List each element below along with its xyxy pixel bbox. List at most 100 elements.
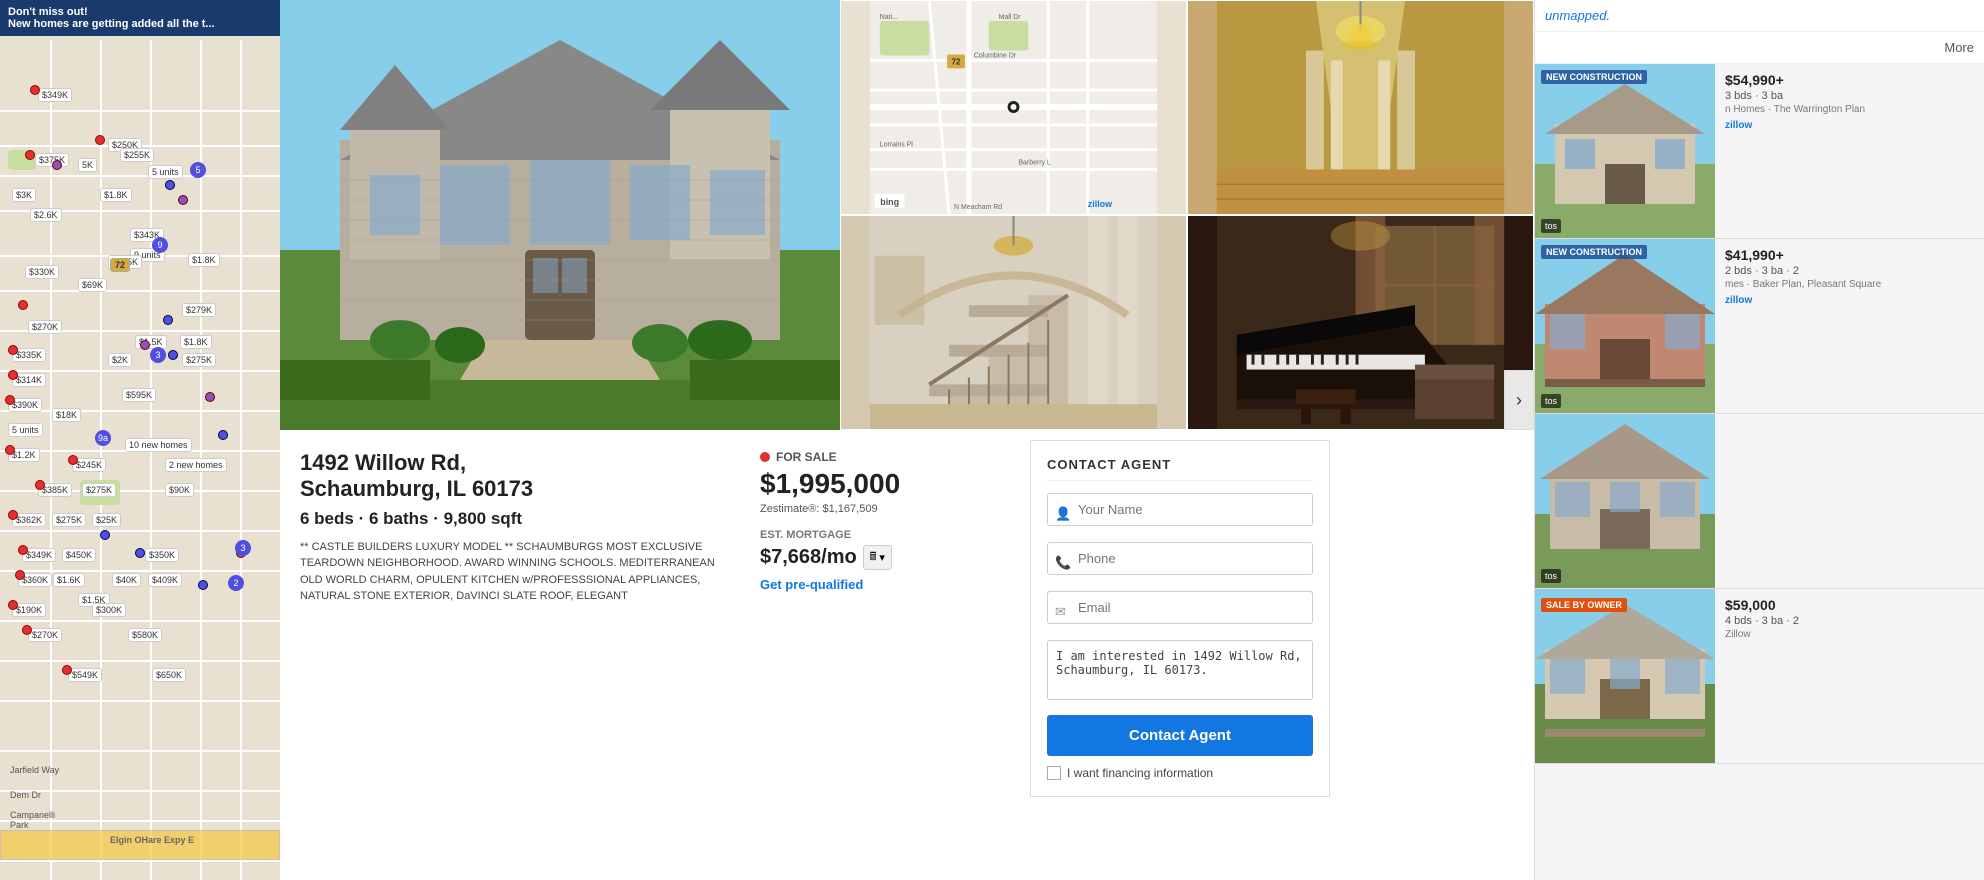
map-dot-red[interactable] [25, 150, 35, 160]
price-label: $450K [62, 548, 96, 562]
calc-icon: 🖩 [870, 548, 877, 567]
interior-staircase-photo[interactable] [840, 215, 1187, 430]
map-dot-red[interactable] [22, 625, 32, 635]
map-dot-red[interactable] [18, 300, 28, 310]
listing-item[interactable]: NEW CONSTRUCTION tos $41,990+ 2 bds · 3 … [1535, 239, 1984, 414]
banner-line2: New homes are getting added all the t... [8, 18, 272, 30]
price-label: $3K [12, 188, 36, 202]
map-dot-purple[interactable] [178, 195, 188, 205]
price-label: $90K [165, 483, 194, 497]
name-input[interactable] [1047, 493, 1313, 526]
map-dot-blue[interactable] [168, 350, 178, 360]
map-dot-red[interactable] [68, 455, 78, 465]
message-textarea[interactable]: I am interested in 1492 Willow Rd, Schau… [1047, 640, 1313, 700]
listing-meta: 2 bds · 3 ba · 2 [1725, 265, 1974, 277]
price-label: $595K [122, 388, 156, 402]
svg-text:Nati...: Nati... [880, 14, 898, 21]
name-input-wrapper: 👤 [1047, 493, 1313, 534]
property-address: 1492 Willow Rd, Schaumburg, IL 60173 [300, 450, 720, 503]
dropdown-arrow: ▾ [879, 551, 885, 564]
price-section: FOR SALE $1,995,000 Zestimate®: $1,167,5… [740, 430, 1030, 880]
listing-item[interactable]: tos [1535, 414, 1984, 589]
highway-badge: 72 [110, 258, 130, 272]
financing-checkbox[interactable] [1047, 766, 1061, 780]
map-dot-red[interactable] [8, 345, 18, 355]
listing-address: n Homes · The Warrington Plan [1725, 104, 1974, 115]
map-dot-red[interactable] [8, 370, 18, 380]
map-road-label: Jarfield Way [10, 765, 59, 775]
map-road-label: Park [10, 820, 29, 830]
detail-panel: 1492 Willow Rd, Schaumburg, IL 60173 6 b… [280, 430, 1534, 880]
main-content: 72 Nati... Mall Dr Columbine Dr Lorrains… [280, 0, 1534, 880]
listing-info: $59,000 4 bds · 3 ba · 2 Zillow [1715, 589, 1984, 763]
price-label: $255K [120, 148, 154, 162]
next-photo-arrow[interactable]: › [1504, 370, 1534, 430]
map-road-label: Campanelli [10, 810, 55, 820]
map-dot-blue[interactable] [165, 180, 175, 190]
map-dot-blue[interactable] [100, 530, 110, 540]
map-dot-red[interactable] [30, 85, 40, 95]
unmapped-label: unmapped. [1535, 0, 1984, 32]
map-dot-red[interactable] [18, 545, 28, 555]
interior-hallway-photo[interactable] [1187, 0, 1534, 215]
map-badge: 3 [235, 540, 251, 556]
svg-text:bing: bing [880, 197, 899, 207]
listing-item[interactable]: SALE BY OWNER $59,000 4 bds · 3 ba · 2 Z… [1535, 589, 1984, 764]
map-dot-blue[interactable] [198, 580, 208, 590]
map-dot-purple[interactable] [52, 160, 62, 170]
mortgage-calc-button[interactable]: 🖩 ▾ [863, 545, 892, 570]
zillow-attribution: zillow [1725, 294, 1974, 306]
more-label[interactable]: More [1944, 40, 1974, 55]
zestimate: Zestimate®: $1,167,509 [760, 503, 1010, 515]
map-badge: 2 [228, 575, 244, 591]
price-label: $69K [78, 278, 107, 292]
get-prequalified-link[interactable]: Get pre-qualified [760, 577, 863, 592]
interior-piano-photo[interactable] [1187, 215, 1534, 430]
map-dot-red[interactable] [95, 135, 105, 145]
map-dot-red[interactable] [5, 445, 15, 455]
price-label: 5 units [8, 423, 43, 437]
listing-meta: 3 bds · 3 ba [1725, 90, 1974, 102]
svg-text:Barberry L: Barberry L [1018, 159, 1050, 166]
map-dot-blue[interactable] [135, 548, 145, 558]
map-dot-red[interactable] [15, 570, 25, 580]
map-banner: Don't miss out! New homes are getting ad… [0, 0, 280, 36]
email-input[interactable] [1047, 591, 1313, 624]
zillow-attribution: zillow [1725, 119, 1974, 131]
price-label: $270K [28, 628, 62, 642]
svg-text:Mall Dr: Mall Dr [999, 14, 1022, 21]
listing-thumbnail: NEW CONSTRUCTION tos [1535, 64, 1715, 239]
price-label: $300K [92, 603, 126, 617]
phone-input[interactable] [1047, 542, 1313, 575]
map-dot-red[interactable] [8, 600, 18, 610]
map-dot-red[interactable] [8, 510, 18, 520]
price-label: $275K [52, 513, 86, 527]
contact-agent-button[interactable]: Contact Agent [1047, 715, 1313, 756]
map-panel[interactable]: Don't miss out! New homes are getting ad… [0, 0, 280, 880]
price-label: $40K [112, 573, 141, 587]
arrow-icon: › [1516, 390, 1522, 411]
map-badge: 3 [150, 347, 166, 363]
financing-label: I want financing information [1067, 766, 1213, 780]
photos-badge: tos [1541, 394, 1561, 408]
sale-by-owner-badge: SALE BY OWNER [1541, 595, 1627, 615]
more-button-area[interactable]: More [1535, 32, 1984, 64]
map-background[interactable]: Elgin OHare Expy E $349K $250K $375K 5K … [0, 0, 280, 880]
map-dot-red[interactable] [5, 395, 15, 405]
svg-text:N Meacham Rd: N Meacham Rd [954, 204, 1002, 211]
mini-map[interactable]: 72 Nati... Mall Dr Columbine Dr Lorrains… [840, 0, 1187, 215]
map-dot-red[interactable] [62, 665, 72, 675]
map-dot-purple[interactable] [140, 340, 150, 350]
map-road-label: Dem Dr [10, 790, 41, 800]
map-dot-blue[interactable] [163, 315, 173, 325]
map-dot-red[interactable] [35, 480, 45, 490]
photos-badge: tos [1541, 569, 1561, 583]
price-label: $1.6K [53, 573, 85, 587]
listing-item[interactable]: NEW CONSTRUCTION tos $54,990+ 3 bds · 3 … [1535, 64, 1984, 239]
map-dot-purple[interactable] [205, 392, 215, 402]
svg-text:72: 72 [952, 57, 961, 66]
main-photo[interactable] [280, 0, 840, 430]
map-dot-blue[interactable] [218, 430, 228, 440]
new-construction-badge: NEW CONSTRUCTION [1541, 245, 1647, 259]
new-construction-badge: NEW CONSTRUCTION [1541, 70, 1647, 84]
